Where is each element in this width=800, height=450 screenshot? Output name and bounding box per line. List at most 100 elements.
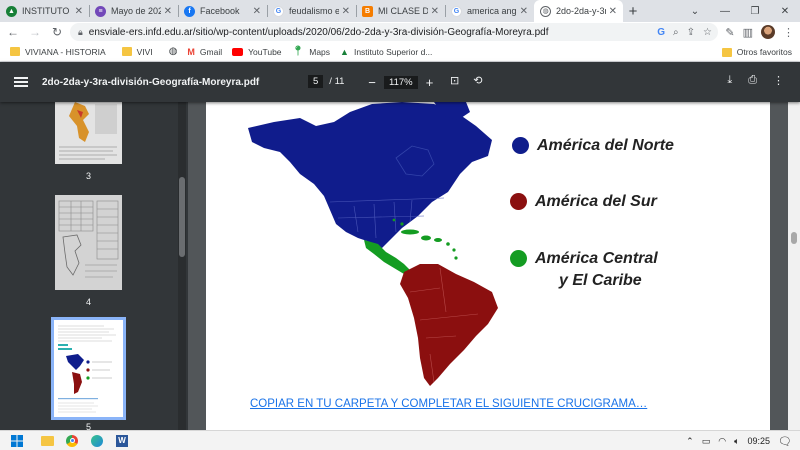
zoom-out-icon[interactable]: − <box>366 75 378 90</box>
close-icon[interactable]: ✕ <box>342 6 350 17</box>
bookmark-instituto[interactable]: ▲ Instituto Superior d... <box>340 47 432 57</box>
pdf-title: 2do-2da-y-3ra-división-Geografía-Moreyra… <box>42 76 260 88</box>
tab-strip: ▲ INSTITUTO SUP ✕ ≡ Mayo de 2023 ✕ f Fac… <box>0 0 800 22</box>
maximize-icon[interactable]: ❐ <box>740 0 770 22</box>
browser-tab-4[interactable]: G feudalismo en ✕ <box>267 0 356 22</box>
close-icon[interactable]: ✕ <box>609 6 617 17</box>
side-panel-icon[interactable]: ▥ <box>743 26 753 39</box>
more-menu-icon[interactable]: ⋮ <box>783 26 794 39</box>
edge-icon[interactable] <box>89 434 105 448</box>
fit-page-icon[interactable]: ⊡ <box>450 74 459 87</box>
sidebar-scrollbar[interactable] <box>178 102 186 430</box>
google-icon: G <box>451 5 462 17</box>
gmail-icon: M <box>187 46 195 57</box>
new-tab-button[interactable]: + <box>623 0 643 22</box>
close-icon[interactable]: ✕ <box>520 6 528 17</box>
zoom-input[interactable]: 117% <box>384 76 418 89</box>
volume-icon[interactable]: 🔈︎ <box>734 436 739 447</box>
google-lens-icon[interactable]: G <box>657 27 665 38</box>
south-america-region <box>400 264 498 386</box>
close-icon[interactable]: ✕ <box>431 6 439 17</box>
bookmark-vivi[interactable]: VIVI <box>121 47 153 57</box>
bookmark-maps[interactable]: 📍︎ Maps <box>292 46 331 57</box>
main-scrollbar[interactable] <box>788 102 800 430</box>
chrome-icon[interactable] <box>64 434 80 448</box>
browser-tab-5[interactable]: B MI CLASE DE F ✕ <box>356 0 445 22</box>
page-thumbnail-3[interactable] <box>55 102 122 164</box>
other-bookmarks[interactable]: Otros favoritos <box>721 42 792 62</box>
page-thumbnail-5-selected[interactable] <box>51 317 126 420</box>
chevron-up-icon[interactable]: ⌃ <box>686 436 694 447</box>
bookmarks-bar: VIVIANA - HISTORIA VIVI ◍ M Gmail YouTub… <box>0 42 800 62</box>
north-america-region <box>248 102 492 248</box>
close-icon[interactable]: ✕ <box>253 6 261 17</box>
google-icon: G <box>273 5 284 17</box>
minimize-icon[interactable]: — <box>710 0 740 22</box>
network-icon[interactable]: ◠ <box>718 436 726 447</box>
bookmark-globe[interactable]: ◍ <box>169 46 178 57</box>
legend-label-line1: América Central <box>535 250 658 267</box>
bookmark-youtube[interactable]: YouTube <box>232 46 282 57</box>
page-selector: 5 / 11 <box>308 75 344 88</box>
bookmark-gmail[interactable]: M Gmail <box>187 47 222 57</box>
folder-icon <box>721 47 732 57</box>
menu-icon[interactable] <box>14 77 28 87</box>
download-icon[interactable]: ⤓ <box>727 74 732 87</box>
notifications-icon[interactable]: 🗨︎ <box>778 435 792 448</box>
bookmark-viviana-historia[interactable]: VIVIANA - HISTORIA <box>10 47 106 57</box>
pdf-viewer: América del Norte América del Sur Améric… <box>188 102 800 430</box>
zoom-in-icon[interactable]: + <box>424 75 436 90</box>
tab-title: Mayo de 2023 <box>111 6 161 16</box>
browser-tab-2[interactable]: ≡ Mayo de 2023 ✕ <box>89 0 178 22</box>
sidebar-scrollbar-thumb[interactable] <box>179 177 185 257</box>
avatar[interactable] <box>761 25 775 39</box>
browser-tab-6[interactable]: G america anglo ✕ <box>445 0 534 22</box>
globe-icon: ◍ <box>540 5 551 17</box>
back-icon[interactable]: ← <box>4 23 22 41</box>
chevron-down-icon[interactable]: ⌄ <box>680 0 710 22</box>
lock-icon[interactable]: 🔒︎ <box>78 27 83 38</box>
battery-icon[interactable]: ▭ <box>702 436 711 447</box>
forward-icon[interactable]: → <box>26 23 44 41</box>
address-bar[interactable]: 🔒︎ ensviale-ers.infd.edu.ar/sitio/wp-con… <box>70 23 718 41</box>
folder-icon <box>121 47 132 56</box>
tab-title: INSTITUTO SUP <box>22 6 72 16</box>
main-scrollbar-thumb[interactable] <box>791 232 797 244</box>
drive-icon: ▲ <box>6 5 17 17</box>
bookmark-label: VIVIANA - HISTORIA <box>25 46 106 57</box>
file-explorer-icon[interactable] <box>39 434 55 448</box>
browser-tab-1[interactable]: ▲ INSTITUTO SUP ✕ <box>0 0 89 22</box>
tab-title: MI CLASE DE F <box>378 6 428 16</box>
zoom-controls: − 117% + <box>366 75 436 90</box>
page-thumbnail-4[interactable] <box>55 195 122 290</box>
zoom-icon[interactable]: ⌕ <box>673 27 679 38</box>
browser-tab-active[interactable]: ◍ 2do-2da-y-3ra ✕ <box>534 0 623 22</box>
share-icon[interactable]: ⇪ <box>687 27 695 38</box>
clock-time[interactable]: 09:25 <box>748 436 771 446</box>
folder-icon <box>10 47 20 56</box>
bookmark-label: YouTube <box>248 46 282 57</box>
reload-icon[interactable]: ↻ <box>48 23 66 41</box>
americas-map <box>248 102 498 386</box>
tab-title: america anglo <box>467 6 517 16</box>
rotate-icon[interactable]: ⟲ <box>473 74 482 87</box>
globe-icon: ◍ <box>168 46 178 57</box>
close-window-icon[interactable]: ✕ <box>770 0 800 22</box>
crossword-link[interactable]: COPIAR EN TU CARPETA Y COMPLETAR EL SIGU… <box>250 398 647 410</box>
extensions-icon[interactable]: ✎ <box>725 26 734 39</box>
thumbnail-preview <box>55 102 122 164</box>
blue-dot-icon <box>512 137 529 155</box>
close-icon[interactable]: ✕ <box>75 6 83 17</box>
page-number-input[interactable]: 5 <box>308 75 324 88</box>
tab-title: feudalismo en <box>289 6 339 16</box>
print-icon[interactable]: ⎙ <box>748 74 757 87</box>
pdf-more-icon[interactable]: ⋮ <box>773 74 784 87</box>
url-text[interactable]: ensviale-ers.infd.edu.ar/sitio/wp-conten… <box>89 27 718 38</box>
close-icon[interactable]: ✕ <box>164 6 172 17</box>
browser-tab-3[interactable]: f Facebook ✕ <box>178 0 267 22</box>
star-icon[interactable]: ☆ <box>703 27 712 38</box>
windows-start-icon[interactable] <box>9 434 25 448</box>
caribbean-islands <box>392 218 458 260</box>
word-icon[interactable]: W <box>114 434 130 448</box>
thumbnail-preview <box>55 195 122 290</box>
